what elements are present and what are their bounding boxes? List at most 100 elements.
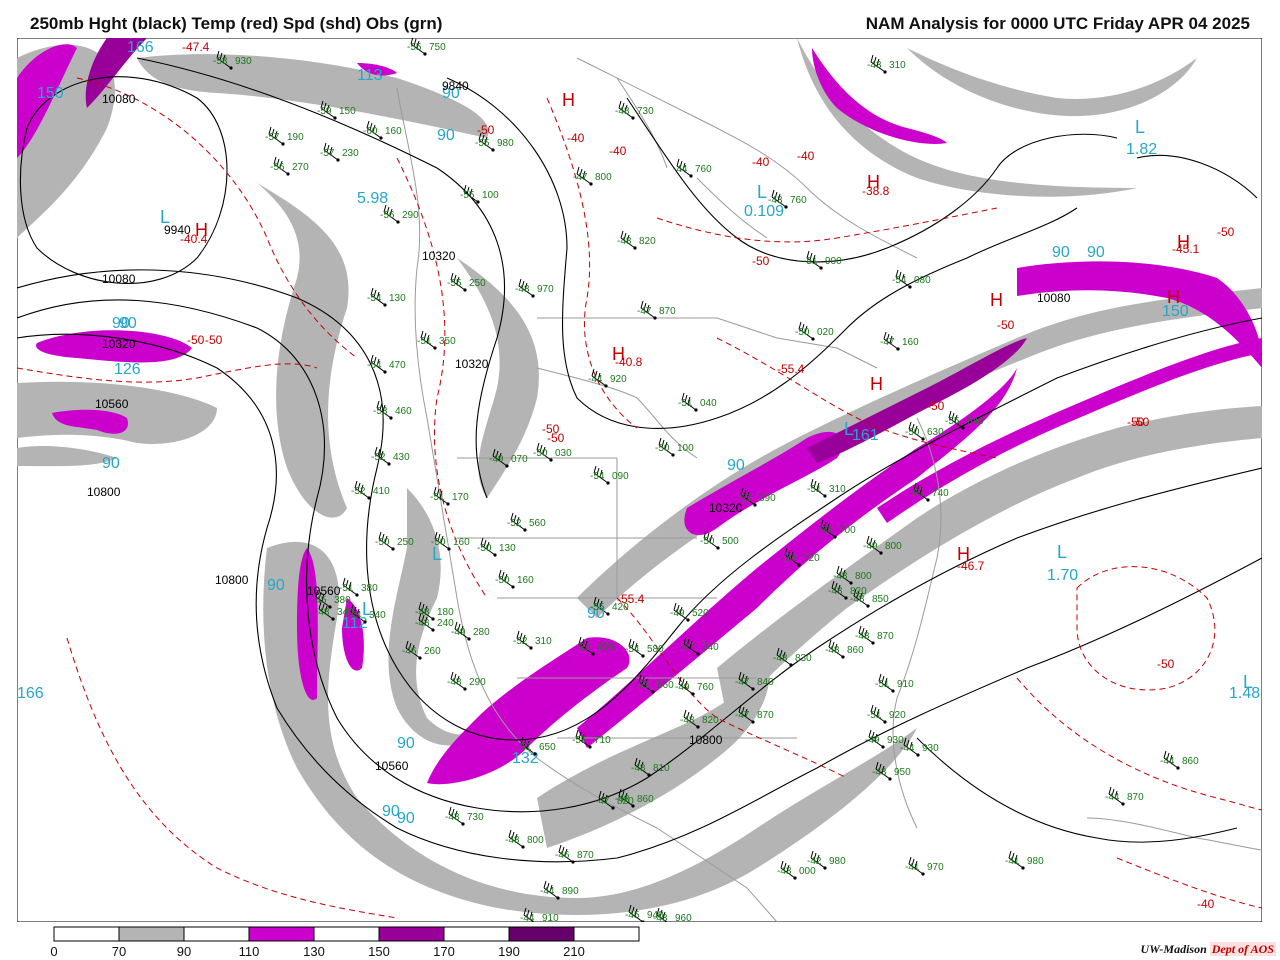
station-dot xyxy=(476,200,480,204)
temperature-label: -47.4 xyxy=(182,40,210,54)
pressure-center-high: H xyxy=(195,220,208,240)
obs-height: 130 xyxy=(389,293,406,304)
station-dot xyxy=(871,641,875,645)
station-dot xyxy=(896,347,900,351)
station-dot xyxy=(641,654,645,658)
height-label: 10320 xyxy=(422,249,456,263)
station-dot xyxy=(1121,802,1125,806)
height-label: 10560 xyxy=(375,759,409,773)
speed-label: 90 xyxy=(1087,244,1105,261)
station-dot xyxy=(571,860,575,864)
station-dot xyxy=(418,656,422,660)
station-dot xyxy=(647,773,651,777)
station-dot xyxy=(533,752,537,756)
station-dot xyxy=(389,416,393,420)
obs-height: 310 xyxy=(889,60,906,71)
obs-height: 230 xyxy=(342,148,359,159)
obs-height: 760 xyxy=(697,682,714,693)
obs-height: 560 xyxy=(529,518,546,529)
colorbar-swatch xyxy=(508,926,575,942)
credit-dept: Dept of AOS xyxy=(1209,942,1276,956)
station-dot xyxy=(333,116,337,120)
obs-height: 950 xyxy=(894,767,911,778)
obs-temperature: -55 xyxy=(407,42,422,53)
obs-height: 920 xyxy=(610,374,627,385)
temperature-label: -40 xyxy=(567,131,585,145)
obs-height: 900 xyxy=(825,256,842,267)
obs-temperature: -47 xyxy=(735,710,750,721)
obs-height: 390 xyxy=(759,493,776,504)
station-dot xyxy=(651,690,655,694)
station-dot xyxy=(797,563,801,567)
station-dot xyxy=(841,655,845,659)
obs-height: 310 xyxy=(829,484,846,495)
station-dot xyxy=(431,628,435,632)
obs-height: 850 xyxy=(872,594,889,605)
station-dot xyxy=(844,596,848,600)
speed-label: 90 xyxy=(267,577,285,594)
obs-temperature: -41 xyxy=(1005,856,1020,867)
obs-temperature: -52 xyxy=(513,636,528,647)
obs-temperature: -52 xyxy=(737,493,752,504)
obs-temperature: -48 xyxy=(415,618,430,629)
station-dot xyxy=(631,804,635,808)
colorbar-swatch xyxy=(313,926,380,942)
pressure-center-low: L xyxy=(844,419,854,439)
height-label: 10080 xyxy=(102,272,136,286)
colorbar-swatch xyxy=(573,926,640,942)
colorbar-tick: 210 xyxy=(563,944,585,959)
obs-temperature: -54 xyxy=(367,360,382,371)
pressure-center-low: L xyxy=(1243,672,1253,692)
obs-height: 830 xyxy=(795,653,812,664)
obs-temperature: -58 xyxy=(213,56,228,67)
pressure-center-low: L xyxy=(1057,542,1067,562)
obs-height: 650 xyxy=(539,742,556,753)
obs-temperature: -48 xyxy=(828,586,843,597)
obs-temperature: -52 xyxy=(371,452,386,463)
obs-height: 270 xyxy=(292,162,309,173)
obs-temperature: -52 xyxy=(351,486,366,497)
obs-height: 520 xyxy=(692,608,709,619)
obs-height: 760 xyxy=(790,195,807,206)
height-label: 9840 xyxy=(442,79,469,93)
obs-height: 980 xyxy=(829,856,846,867)
obs-height: 280 xyxy=(473,627,490,638)
obs-temperature: -55 xyxy=(460,190,475,201)
obs-height: 100 xyxy=(677,443,694,454)
station-dot xyxy=(281,142,285,146)
obs-temperature: -44 xyxy=(1160,756,1175,767)
obs-temperature: -53 xyxy=(373,406,388,417)
station-dot xyxy=(331,617,335,621)
obs-temperature: -49 xyxy=(670,608,685,619)
speed-label: 90 xyxy=(397,735,415,752)
station-dot xyxy=(229,66,233,70)
obs-height: 030 xyxy=(555,448,572,459)
obs-temperature: -47 xyxy=(637,306,652,317)
obs-temperature: -44 xyxy=(1105,792,1120,803)
temperature-label: -40 xyxy=(1197,897,1215,911)
obs-height: 960 xyxy=(675,913,692,922)
station-dot xyxy=(819,266,823,270)
obs-temperature: -50 xyxy=(655,443,670,454)
obs-temperature: -50 xyxy=(910,488,925,499)
obs-temperature: -59 xyxy=(317,106,332,117)
obs-temperature: -50 xyxy=(795,327,810,338)
obs-height: 340 xyxy=(337,607,354,618)
station-dot xyxy=(383,370,387,374)
obs-temperature: -45 xyxy=(312,595,327,606)
obs-temperature: -51 xyxy=(517,742,532,753)
speed-colorbar: 0 70 90 110 130 150 170 190 210 xyxy=(50,926,640,959)
temperature-label: -40 xyxy=(752,155,770,169)
station-dot xyxy=(493,553,497,557)
temperature-label: -40 xyxy=(797,149,815,163)
pressure-center-high: H xyxy=(612,344,625,364)
obs-height: 980 xyxy=(497,138,514,149)
obs-temperature: -49 xyxy=(489,454,504,465)
obs-temperature: -48 xyxy=(615,106,630,117)
obs-height: 930 xyxy=(922,743,939,754)
station-dot xyxy=(521,845,525,849)
obs-temperature: -51 xyxy=(867,710,882,721)
obs-height: 800 xyxy=(595,172,612,183)
obs-height: 100 xyxy=(482,190,499,201)
credit: UW-Madison Dept of AOS xyxy=(1141,942,1276,957)
